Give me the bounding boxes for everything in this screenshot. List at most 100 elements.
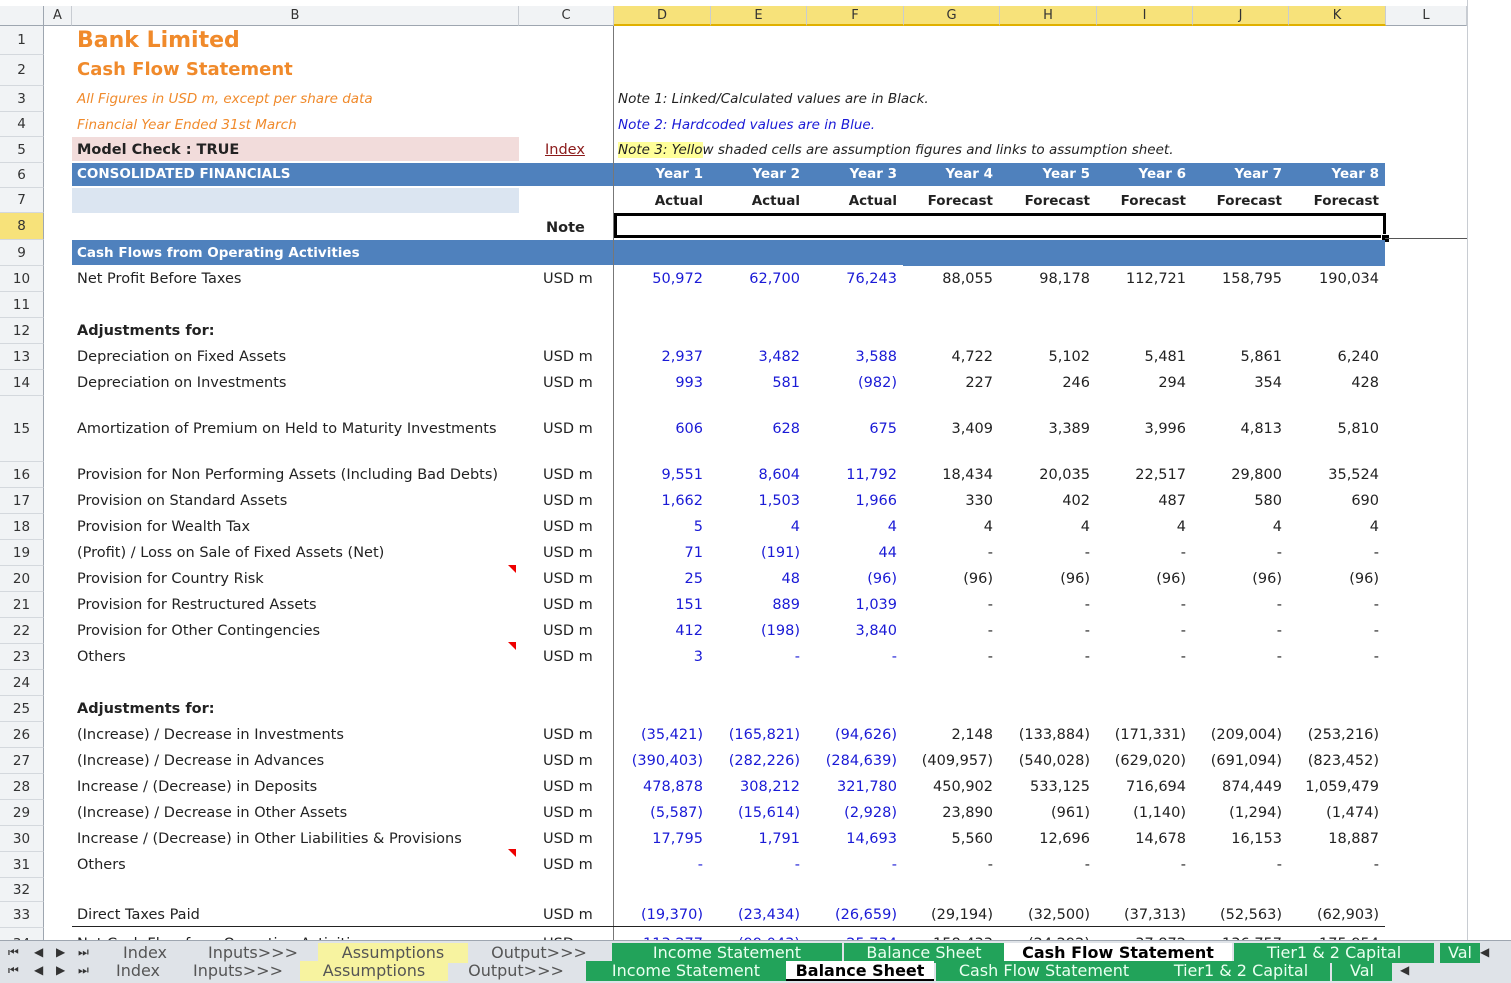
unit-cell[interactable]: USD m bbox=[543, 826, 593, 852]
next-sheet-icon[interactable]: ▶ bbox=[56, 963, 65, 977]
value-cell[interactable]: - bbox=[899, 644, 993, 670]
row-header[interactable]: 6 bbox=[0, 163, 44, 188]
value-cell[interactable]: - bbox=[803, 644, 897, 670]
first-sheet-icon[interactable]: ⏮ bbox=[8, 963, 19, 978]
row-header[interactable]: 20 bbox=[0, 566, 44, 592]
row-header[interactable]: 22 bbox=[0, 618, 44, 644]
unit-cell[interactable]: USD m bbox=[543, 852, 593, 878]
row-header[interactable]: 9 bbox=[0, 240, 44, 266]
row-label[interactable]: (Increase) / Decrease in Investments bbox=[77, 722, 344, 748]
row-header[interactable]: 24 bbox=[0, 670, 44, 696]
row-label[interactable]: (Increase) / Decrease in Other Assets bbox=[77, 800, 347, 826]
value-cell[interactable]: 5 bbox=[609, 514, 703, 540]
value-cell[interactable]: 37,872 bbox=[1092, 931, 1186, 940]
row-header[interactable]: 28 bbox=[0, 774, 44, 800]
value-cell[interactable]: - bbox=[1285, 644, 1379, 670]
row-header[interactable]: 14 bbox=[0, 370, 44, 396]
value-cell[interactable]: (37,313) bbox=[1092, 902, 1186, 928]
value-cell[interactable]: 1,503 bbox=[706, 488, 800, 514]
row-header[interactable]: 17 bbox=[0, 488, 44, 514]
column-header-j[interactable]: J bbox=[1193, 6, 1289, 26]
row-label[interactable]: Amortization of Premium on Held to Matur… bbox=[77, 416, 497, 442]
row-header[interactable]: 19 bbox=[0, 540, 44, 566]
row-label[interactable]: Provision for Other Contingencies bbox=[77, 618, 320, 644]
unit-cell[interactable]: USD m bbox=[543, 488, 593, 514]
value-cell[interactable]: 14,693 bbox=[803, 826, 897, 852]
comment-marker[interactable] bbox=[508, 642, 516, 650]
value-cell[interactable]: 23,890 bbox=[899, 800, 993, 826]
value-cell[interactable]: 11,792 bbox=[803, 462, 897, 488]
row-header[interactable]: 8 bbox=[0, 213, 44, 240]
row-label[interactable]: Net Profit Before Taxes bbox=[77, 266, 241, 292]
value-cell[interactable]: 1,059,479 bbox=[1285, 774, 1379, 800]
value-cell[interactable]: 4 bbox=[1188, 514, 1282, 540]
unit-cell[interactable]: USD m bbox=[543, 566, 593, 592]
value-cell[interactable]: - bbox=[996, 644, 1090, 670]
value-cell[interactable]: (191) bbox=[706, 540, 800, 566]
value-cell[interactable]: 158,433 bbox=[899, 931, 993, 940]
unit-cell[interactable]: USD m bbox=[543, 344, 593, 370]
value-cell[interactable]: 5,560 bbox=[899, 826, 993, 852]
row-header[interactable]: 3 bbox=[0, 86, 44, 112]
unit-cell[interactable]: USD m bbox=[543, 800, 593, 826]
value-cell[interactable]: 4,813 bbox=[1188, 416, 1282, 442]
value-cell[interactable]: - bbox=[706, 644, 800, 670]
value-cell[interactable]: (253,216) bbox=[1285, 722, 1379, 748]
value-cell[interactable]: 4 bbox=[996, 514, 1090, 540]
row-header[interactable]: 26 bbox=[0, 722, 44, 748]
column-header-g[interactable]: G bbox=[904, 6, 1000, 26]
prev-sheet-icon[interactable]: ◀ bbox=[34, 963, 43, 977]
value-cell[interactable]: - bbox=[609, 852, 703, 878]
row-label[interactable]: Depreciation on Fixed Assets bbox=[77, 344, 286, 370]
value-cell[interactable]: (284,639) bbox=[803, 748, 897, 774]
value-cell[interactable]: (165,821) bbox=[706, 722, 800, 748]
value-cell[interactable]: 3,588 bbox=[803, 344, 897, 370]
value-cell[interactable]: 993 bbox=[609, 370, 703, 396]
row-header[interactable]: 18 bbox=[0, 514, 44, 540]
unit-cell[interactable]: USD m bbox=[543, 748, 593, 774]
value-cell[interactable]: 136,757 bbox=[1188, 931, 1282, 940]
value-cell[interactable]: 4 bbox=[1092, 514, 1186, 540]
next-sheet-icon[interactable]: ▶ bbox=[56, 945, 65, 959]
value-cell[interactable]: 16,153 bbox=[1188, 826, 1282, 852]
value-cell[interactable]: 98,178 bbox=[996, 266, 1090, 292]
column-header-h[interactable]: H bbox=[1000, 6, 1097, 26]
value-cell[interactable]: 14,678 bbox=[1092, 826, 1186, 852]
value-cell[interactable]: 151 bbox=[609, 592, 703, 618]
row-label[interactable]: Provision for Restructured Assets bbox=[77, 592, 317, 618]
value-cell[interactable]: (96) bbox=[1285, 566, 1379, 592]
value-cell[interactable]: (52,563) bbox=[1188, 902, 1282, 928]
column-header-l[interactable]: L bbox=[1386, 6, 1467, 26]
value-cell[interactable]: 402 bbox=[996, 488, 1090, 514]
sheet-tab[interactable]: Output>>> bbox=[448, 961, 584, 981]
value-cell[interactable]: (629,020) bbox=[1092, 748, 1186, 774]
value-cell[interactable]: 1,966 bbox=[803, 488, 897, 514]
value-cell[interactable]: 330 bbox=[899, 488, 993, 514]
value-cell[interactable]: - bbox=[899, 852, 993, 878]
column-header-k[interactable]: K bbox=[1289, 6, 1386, 26]
value-cell[interactable]: 44 bbox=[803, 540, 897, 566]
value-cell[interactable]: 158,795 bbox=[1188, 266, 1282, 292]
value-cell[interactable]: 175,954 bbox=[1285, 931, 1379, 940]
value-cell[interactable]: 50,972 bbox=[609, 266, 703, 292]
model-check[interactable]: Model Check : TRUE bbox=[77, 137, 239, 163]
value-cell[interactable]: - bbox=[1092, 644, 1186, 670]
value-cell[interactable]: 5,861 bbox=[1188, 344, 1282, 370]
value-cell[interactable]: 48 bbox=[706, 566, 800, 592]
value-cell[interactable]: - bbox=[803, 852, 897, 878]
value-cell[interactable]: - bbox=[1188, 644, 1282, 670]
row-header[interactable]: 16 bbox=[0, 462, 44, 488]
value-cell[interactable]: 1,791 bbox=[706, 826, 800, 852]
vertical-scrollbar-area[interactable] bbox=[1467, 0, 1511, 940]
value-cell[interactable]: 25 bbox=[609, 566, 703, 592]
value-cell[interactable]: (982) bbox=[803, 370, 897, 396]
value-cell[interactable]: 294 bbox=[1092, 370, 1186, 396]
unit-cell[interactable]: USD m bbox=[543, 540, 593, 566]
sheet-tab[interactable]: Inputs>>> bbox=[192, 943, 314, 963]
value-cell[interactable]: 1,662 bbox=[609, 488, 703, 514]
row-header[interactable]: 1 bbox=[0, 26, 44, 55]
value-cell[interactable]: - bbox=[996, 618, 1090, 644]
spreadsheet-grid[interactable]: ABCDEFGHIJKL 1 2 3 4 5 6 7 8 9 10 11 12 13 14 15 16 17 18… bbox=[0, 0, 1467, 940]
sheet-tab[interactable]: Index bbox=[98, 961, 178, 981]
value-cell[interactable]: 716,694 bbox=[1092, 774, 1186, 800]
